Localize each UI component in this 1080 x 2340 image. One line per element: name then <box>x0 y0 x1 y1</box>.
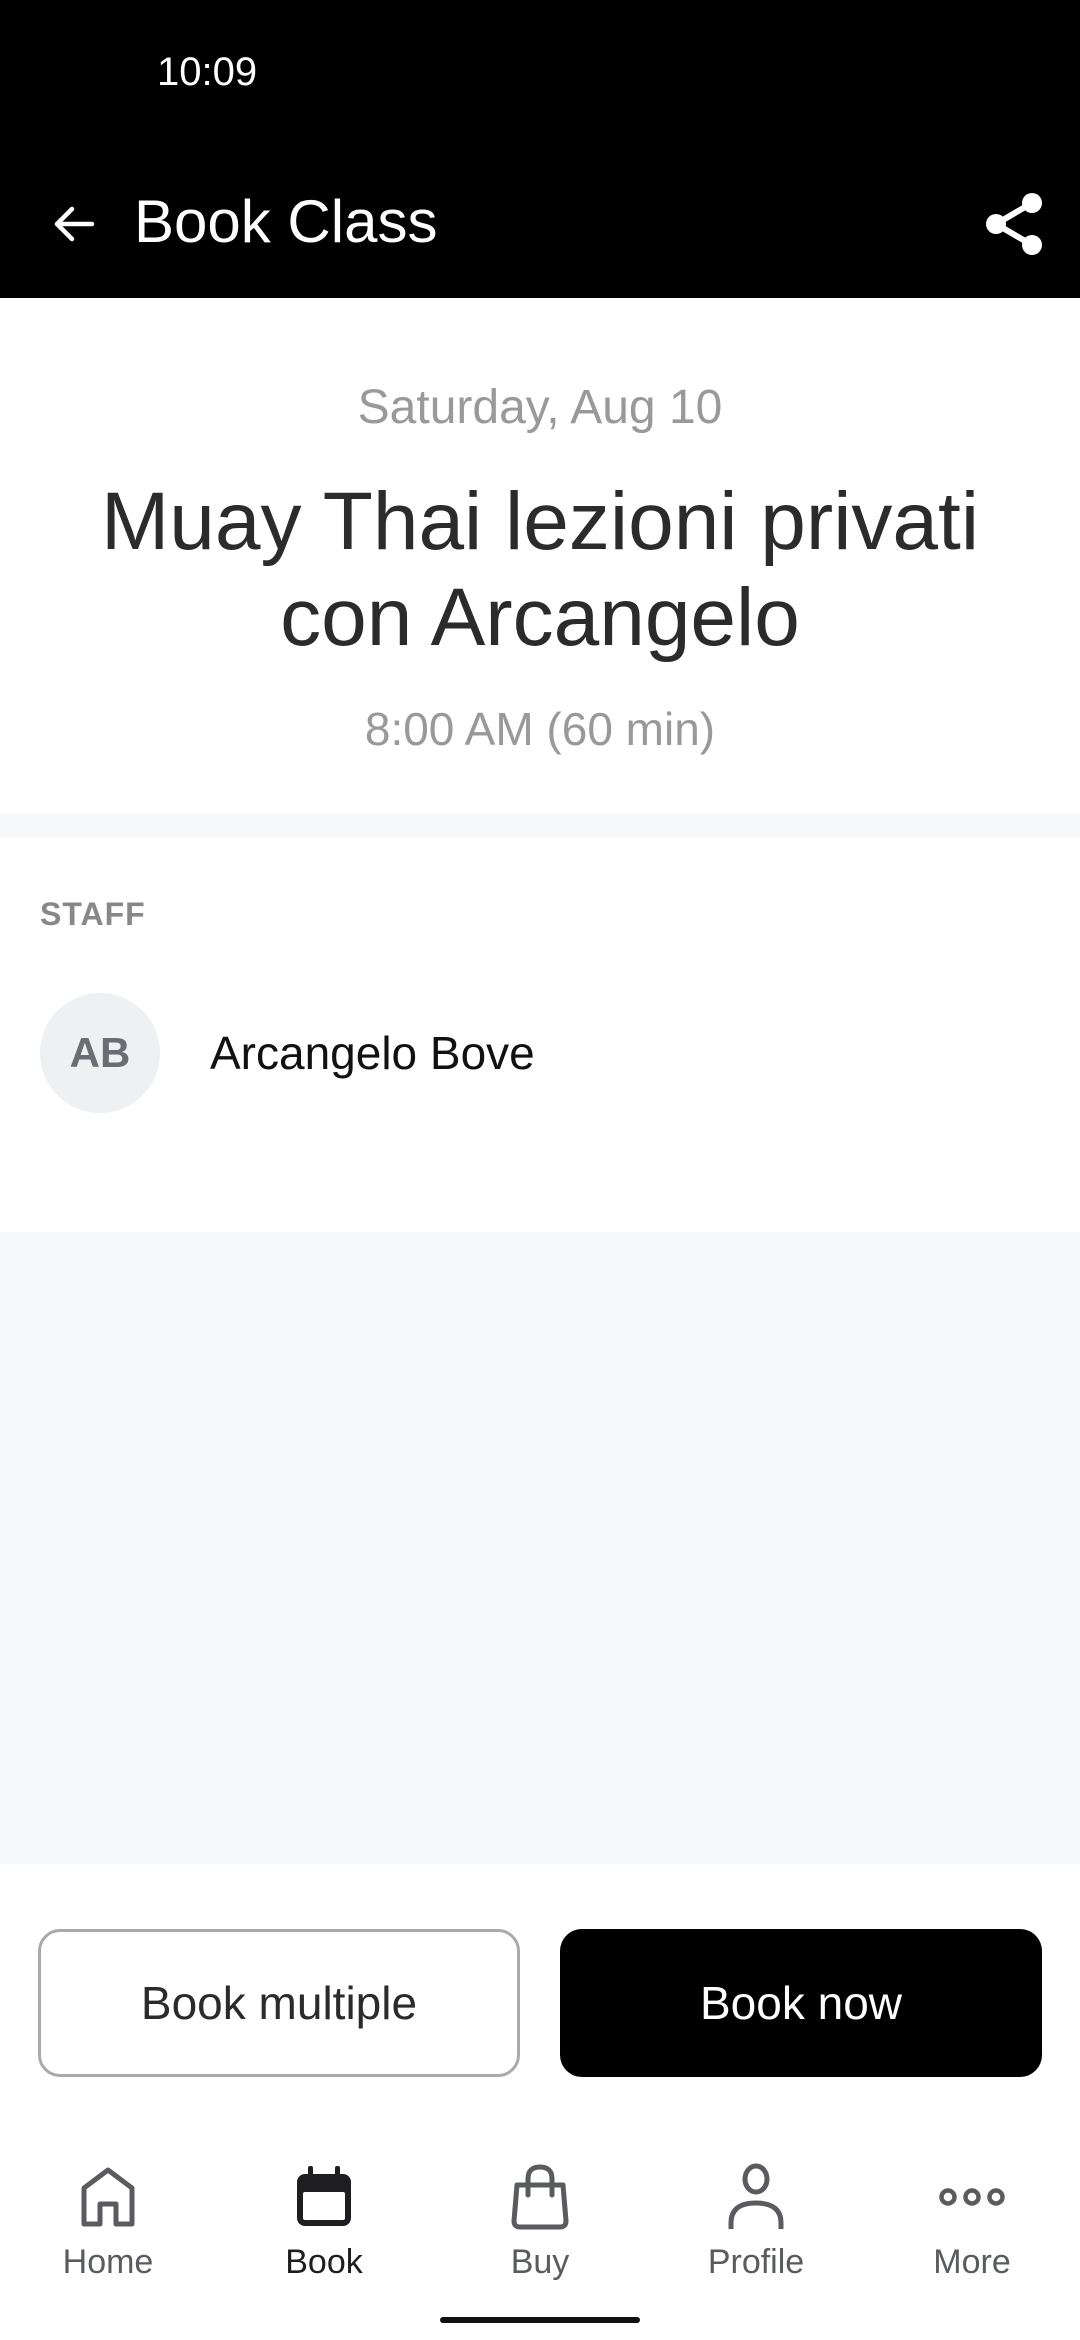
bottom-nav: Home Book Buy Profile More <box>0 2140 1080 2290</box>
nav-item-home[interactable]: Home <box>0 2140 216 2290</box>
arrow-left-icon <box>54 206 95 242</box>
nav-item-book[interactable]: Book <box>216 2140 432 2290</box>
share-icon <box>986 193 1042 255</box>
calendar-icon <box>297 2166 351 2226</box>
class-title: Muay Thai lezioni privati con Arcangelo <box>100 476 980 663</box>
action-bar: Book multiple Book now <box>0 1864 1080 2114</box>
staff-name: Arcangelo Bove <box>210 1027 535 1079</box>
nav-label: Book <box>285 2243 363 2281</box>
share-button[interactable] <box>974 186 1050 262</box>
staff-section: STAFF AB Arcangelo Bove <box>0 838 1080 1232</box>
nav-item-more[interactable]: More <box>864 2140 1080 2290</box>
nav-label: Buy <box>510 2243 570 2281</box>
section-divider <box>0 814 1080 838</box>
class-header: Saturday, Aug 10 Muay Thai lezioni priva… <box>0 298 1080 814</box>
nav-label: Profile <box>707 2243 805 2281</box>
person-icon <box>728 2163 784 2229</box>
book-multiple-button[interactable]: Book multiple <box>38 1929 520 2077</box>
app-bar: Book Class <box>0 150 1080 298</box>
home-icon <box>81 2167 135 2227</box>
home-indicator[interactable] <box>440 2317 640 2323</box>
status-bar: 10:09 <box>0 0 1080 150</box>
class-time: 8:00 AM (60 min) <box>364 703 716 755</box>
staff-list-item[interactable]: AB Arcangelo Bove <box>40 993 1040 1113</box>
class-date: Saturday, Aug 10 <box>357 381 723 434</box>
nav-item-buy[interactable]: Buy <box>432 2140 648 2290</box>
status-time: 10:09 <box>157 50 258 94</box>
nav-label: More <box>933 2243 1011 2281</box>
shopping-bag-icon <box>511 2164 569 2230</box>
content-background <box>0 1232 1080 1864</box>
book-now-button[interactable]: Book now <box>560 1929 1042 2077</box>
nav-item-profile[interactable]: Profile <box>648 2140 864 2290</box>
more-dots-icon <box>939 2188 1005 2206</box>
page-title: Book Class <box>134 188 438 255</box>
nav-label: Home <box>62 2243 154 2281</box>
avatar: AB <box>40 993 160 1113</box>
staff-heading: STAFF <box>40 896 146 932</box>
back-button[interactable] <box>40 190 108 258</box>
